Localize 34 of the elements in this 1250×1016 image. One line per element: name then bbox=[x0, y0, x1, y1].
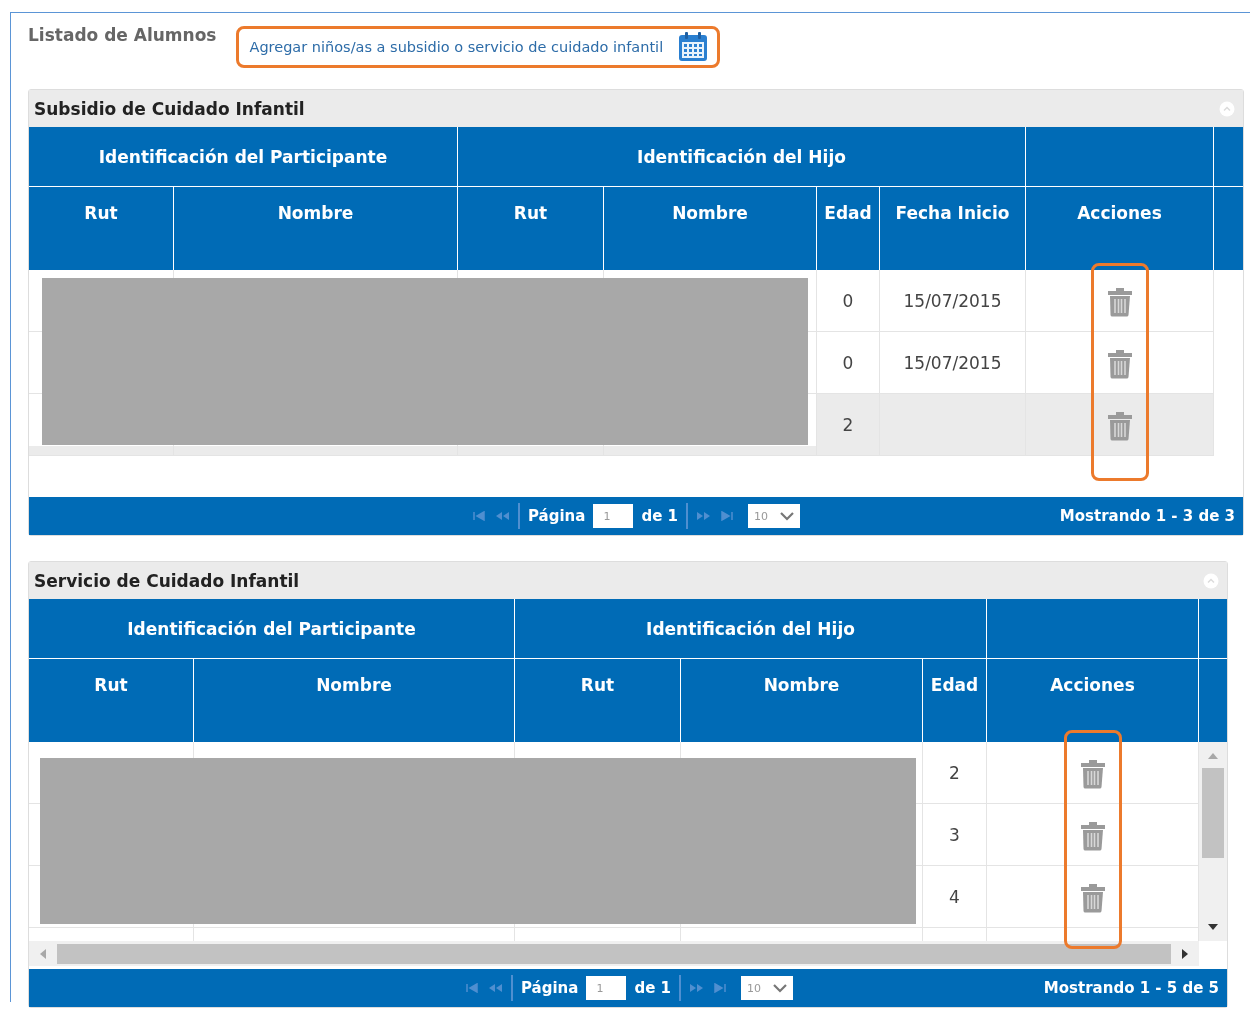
last-page-icon[interactable] bbox=[713, 983, 727, 993]
page-label: Página bbox=[528, 507, 586, 525]
next-page-icon[interactable] bbox=[696, 511, 712, 521]
horizontal-scrollbar[interactable] bbox=[29, 941, 1199, 966]
table-cell: 2 bbox=[817, 394, 880, 455]
scroll-right-icon[interactable] bbox=[1181, 947, 1189, 960]
add-children-link[interactable]: Agregar niños/as a subsidio o servicio de cuidado infantil bbox=[236, 26, 721, 68]
page-count: de 1 bbox=[641, 507, 678, 525]
caret-icon bbox=[780, 511, 794, 521]
first-page-icon[interactable] bbox=[472, 511, 486, 521]
collapse-icon[interactable] bbox=[1219, 100, 1235, 117]
panel-title: Subsidio de Cuidado Infantil bbox=[34, 98, 305, 119]
page-size-select[interactable]: 10 bbox=[748, 504, 800, 528]
page-number-field[interactable]: 1 bbox=[593, 504, 634, 528]
last-page-icon[interactable] bbox=[720, 511, 734, 521]
page-title: Listado de Alumnos bbox=[28, 25, 217, 45]
next-page-icon[interactable] bbox=[689, 983, 705, 993]
previous-page-icon[interactable] bbox=[487, 983, 503, 993]
scroll-left-icon[interactable] bbox=[39, 947, 47, 960]
scroll-down-icon[interactable] bbox=[1207, 923, 1219, 931]
vertical-scrollbar[interactable] bbox=[1199, 742, 1227, 941]
page-label: Página bbox=[521, 979, 579, 997]
first-page-icon[interactable] bbox=[465, 983, 479, 993]
page-number-field[interactable]: 1 bbox=[586, 976, 627, 1000]
caret-icon bbox=[773, 983, 787, 993]
record-summary: Mostrando 1 - 5 de 5 bbox=[1043, 979, 1219, 997]
record-summary: Mostrando 1 - 3 de 3 bbox=[1059, 507, 1235, 525]
page-count: de 1 bbox=[634, 979, 671, 997]
panel-title: Servicio de Cuidado Infantil bbox=[34, 570, 300, 591]
calendar-icon bbox=[677, 31, 710, 63]
page-size-select[interactable]: 10 bbox=[741, 976, 793, 1000]
previous-page-icon[interactable] bbox=[494, 511, 510, 521]
scroll-up-icon[interactable] bbox=[1207, 752, 1219, 760]
collapse-icon[interactable] bbox=[1203, 572, 1219, 589]
